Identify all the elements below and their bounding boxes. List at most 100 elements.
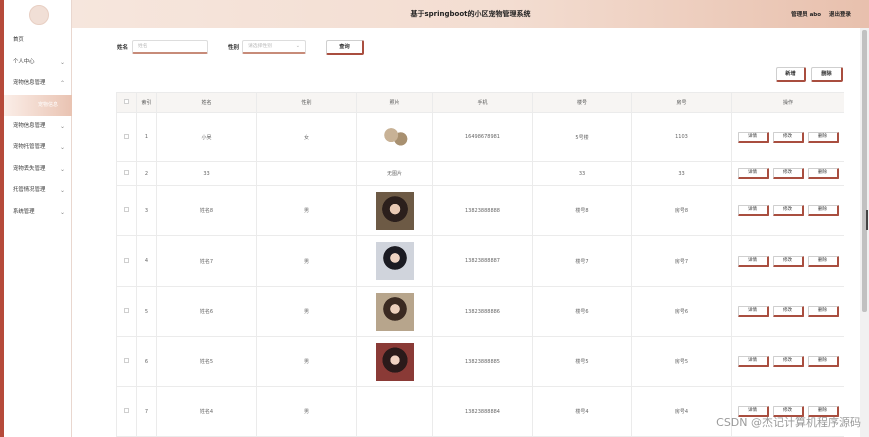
cell-photo bbox=[356, 286, 433, 337]
checkbox[interactable] bbox=[124, 408, 129, 413]
cell-room: 房号8 bbox=[631, 185, 732, 236]
cell-actions: 详情 修改 删除 bbox=[731, 235, 844, 287]
table-row: 3 姓名8 男 13823888888 楼号8 房号8 详情 修改 删除 bbox=[116, 185, 844, 236]
edit-button[interactable]: 修改 bbox=[772, 131, 804, 143]
detail-button[interactable]: 详情 bbox=[737, 356, 769, 367]
detail-button[interactable]: 详情 bbox=[737, 205, 769, 216]
edit-button[interactable]: 修改 bbox=[772, 205, 804, 216]
edit-button[interactable]: 修改 bbox=[772, 255, 804, 267]
sidebar-subitem-pet-info[interactable]: 宠物信息 bbox=[4, 94, 72, 116]
detail-button[interactable]: 详情 bbox=[737, 255, 769, 267]
cell-name: 姓名7 bbox=[156, 235, 257, 287]
cell-building: 楼号5 bbox=[532, 336, 632, 387]
edit-button[interactable]: 修改 bbox=[772, 168, 804, 179]
sidebar-item-pet-lost[interactable]: 宠物丢失管理 ⌄ bbox=[4, 159, 72, 181]
detail-button[interactable]: 详情 bbox=[737, 131, 769, 143]
checkbox[interactable] bbox=[124, 170, 129, 175]
checkbox[interactable] bbox=[124, 257, 129, 263]
sidebar-item-pet-info-management[interactable]: 宠物信息管理 ⌃ bbox=[4, 73, 72, 95]
gender-label: 性别 bbox=[228, 45, 240, 51]
sidebar-item-label: 托管情况管理 bbox=[13, 187, 46, 193]
cell-index: 6 bbox=[136, 336, 157, 387]
checkbox[interactable] bbox=[124, 99, 129, 104]
avatar[interactable] bbox=[29, 5, 49, 25]
cell-gender: 男 bbox=[256, 336, 357, 387]
gender-select[interactable]: 请选择性别 ⌄ bbox=[242, 40, 306, 54]
logout-link[interactable]: 退出登录 bbox=[829, 10, 851, 18]
sidebar-item-personal-center[interactable]: 个人中心 ⌄ bbox=[4, 52, 72, 74]
delete-button[interactable]: 删除 bbox=[811, 67, 843, 82]
header-building: 楼号 bbox=[532, 92, 632, 113]
row-select[interactable] bbox=[116, 161, 137, 186]
edit-button[interactable]: 修改 bbox=[772, 306, 804, 317]
cell-phone: 13823888885 bbox=[432, 336, 533, 387]
current-user: 管理员 abo bbox=[791, 12, 821, 18]
scrollbar-thumb[interactable] bbox=[862, 30, 867, 312]
checkbox[interactable] bbox=[124, 308, 129, 313]
row-select[interactable] bbox=[116, 286, 137, 337]
name-label: 姓名 bbox=[117, 45, 129, 51]
row-select[interactable] bbox=[116, 336, 137, 387]
sidebar-item-label: 个人中心 bbox=[13, 58, 35, 65]
row-delete-button[interactable]: 删除 bbox=[807, 306, 839, 317]
name-input[interactable]: 姓名 bbox=[132, 40, 208, 54]
cell-building: 33 bbox=[532, 161, 632, 186]
row-delete-button[interactable]: 删除 bbox=[807, 356, 839, 367]
header-select-all[interactable] bbox=[116, 92, 137, 113]
checkbox[interactable] bbox=[124, 358, 129, 363]
detail-button[interactable]: 详情 bbox=[737, 168, 769, 179]
header-index: 索引 bbox=[136, 92, 157, 113]
header-phone: 手机 bbox=[432, 92, 533, 113]
cell-phone: 16498678981 bbox=[432, 112, 533, 162]
name-input-placeholder: 姓名 bbox=[138, 44, 148, 49]
chevron-down-icon: ⌄ bbox=[59, 187, 65, 194]
cell-actions: 详情 修改 删除 bbox=[731, 286, 844, 337]
chevron-down-icon: ⌄ bbox=[59, 165, 65, 173]
cell-gender: 男 bbox=[256, 235, 357, 287]
checkbox[interactable] bbox=[124, 207, 129, 212]
row-delete-button[interactable]: 删除 bbox=[807, 131, 839, 143]
cell-name: 姓名5 bbox=[156, 336, 257, 387]
sidebar-item-boarding-status[interactable]: 托管情况管理 ⌄ bbox=[4, 180, 72, 202]
add-button[interactable]: 新增 bbox=[776, 67, 806, 82]
row-delete-button[interactable]: 删除 bbox=[807, 168, 839, 179]
sidebar-subitem-label: 宠物信息 bbox=[37, 101, 58, 108]
cell-name: 小吴 bbox=[156, 112, 257, 162]
cell-index: 5 bbox=[136, 286, 157, 337]
sidebar-item-system[interactable]: 系统管理 ⌄ bbox=[4, 202, 72, 224]
cell-name: 姓名6 bbox=[156, 286, 257, 337]
scrollbar-marker bbox=[866, 210, 868, 230]
table-header-row: 索引 姓名 性别 照片 手机 楼号 房号 操作 bbox=[116, 92, 844, 113]
sidebar-item-pet-info-management-2[interactable]: 宠物信息管理 ⌄ bbox=[4, 116, 72, 138]
owner-photo bbox=[375, 342, 414, 381]
sidebar-item-label: 宠物丢失管理 bbox=[13, 165, 46, 172]
sidebar-item-label: 宠物信息管理 bbox=[13, 122, 46, 129]
detail-button[interactable]: 详情 bbox=[737, 306, 769, 317]
cell-photo: 无图片 bbox=[356, 161, 433, 186]
cell-actions: 详情 修改 删除 bbox=[731, 112, 844, 162]
row-select[interactable] bbox=[116, 386, 137, 437]
sidebar-item-pet-boarding[interactable]: 宠物托管管理 ⌄ bbox=[4, 137, 72, 159]
cell-gender: 男 bbox=[256, 185, 357, 236]
sidebar-item-home[interactable]: 首页 bbox=[4, 30, 72, 52]
cell-photo bbox=[356, 336, 433, 387]
chevron-down-icon: ⌄ bbox=[59, 58, 65, 66]
cell-room: 房号5 bbox=[631, 336, 732, 387]
row-select[interactable] bbox=[116, 112, 137, 162]
cell-index: 4 bbox=[136, 235, 157, 287]
cell-actions: 详情 修改 删除 bbox=[731, 336, 844, 387]
header-actions: 操作 bbox=[731, 92, 844, 113]
cell-index: 3 bbox=[136, 185, 157, 236]
table-row: 4 姓名7 男 13823888887 楼号7 房号7 详情 修改 删除 bbox=[116, 235, 844, 287]
owner-photo bbox=[375, 292, 414, 331]
edit-button[interactable]: 修改 bbox=[772, 356, 804, 367]
row-select[interactable] bbox=[116, 235, 137, 287]
cell-phone bbox=[432, 161, 533, 186]
query-button[interactable]: 查询 bbox=[326, 40, 364, 55]
row-delete-button[interactable]: 删除 bbox=[807, 255, 839, 267]
cell-building: 楼号6 bbox=[532, 286, 632, 337]
row-select[interactable] bbox=[116, 185, 137, 236]
checkbox[interactable] bbox=[124, 133, 129, 139]
row-delete-button[interactable]: 删除 bbox=[807, 205, 839, 216]
sidebar: 首页 个人中心 ⌄ 宠物信息管理 ⌃ 宠物信息 宠物信息管理 ⌄ 宠物托管管理 ⌄ 宠物… bbox=[4, 0, 72, 437]
